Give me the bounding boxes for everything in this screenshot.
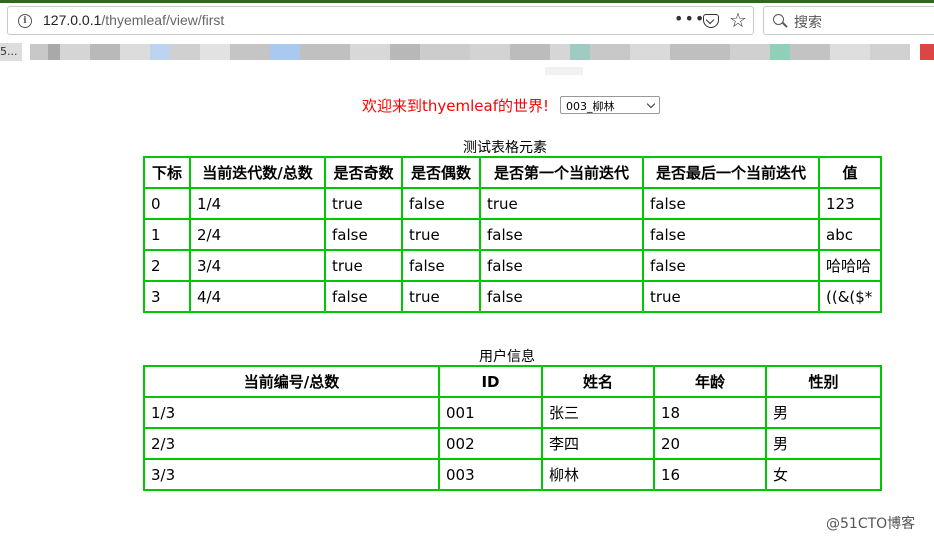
table-cell: 1/4 [189, 187, 326, 220]
window-top-border [0, 0, 934, 3]
chevron-down-icon [646, 99, 656, 109]
table-cell: false [479, 280, 644, 313]
table-cell: 3 [143, 280, 191, 313]
header-cell: 年龄 [653, 365, 767, 398]
header-cell: 姓名 [541, 365, 655, 398]
table-header-row: 当前编号/总数 ID 姓名 年龄 性别 [143, 365, 882, 398]
url-text[interactable]: 127.0.0.1/thyemleaf/view/first [43, 12, 224, 28]
table-cell: false [401, 249, 481, 282]
search-icon [773, 14, 784, 25]
table-cell: false [401, 187, 481, 220]
blurred-bookmarks [30, 44, 934, 60]
table-cell: false [324, 280, 403, 313]
table-cell: false [479, 249, 644, 282]
table-cell: 男 [765, 427, 882, 460]
table-cell: 123 [818, 187, 882, 220]
url-host: 127.0.0.1 [43, 12, 102, 28]
test-table: 下标 当前迭代数/总数 是否奇数 是否偶数 是否第一个当前迭代 是否最后一个当前… [143, 156, 882, 313]
table-cell: 3/3 [143, 458, 440, 491]
address-bar[interactable]: i 127.0.0.1/thyemleaf/view/first ••• ☆ [7, 6, 754, 35]
table-cell: 002 [438, 427, 543, 460]
table-cell: 女 [765, 458, 882, 491]
header-cell: 是否奇数 [324, 156, 403, 189]
table-cell: 1 [143, 218, 191, 251]
table-row: 0 1/4 true false true false 123 [143, 187, 882, 220]
header-cell: 当前迭代数/总数 [189, 156, 326, 189]
bookmark-star-icon[interactable]: ☆ [729, 8, 747, 32]
table-cell: 2/3 [143, 427, 440, 460]
table-cell: 20 [653, 427, 767, 460]
search-placeholder: 搜索 [794, 15, 822, 31]
table-row: 1 2/4 false true false false abc [143, 218, 882, 251]
table-cell: false [324, 218, 403, 251]
header-cell: 下标 [143, 156, 191, 189]
user-table-caption: 用户信息 [479, 349, 535, 365]
table-cell: 张三 [541, 396, 655, 429]
toolbar-divider [545, 67, 583, 75]
header-cell: 值 [818, 156, 882, 189]
table-header-row: 下标 当前迭代数/总数 是否奇数 是否偶数 是否第一个当前迭代 是否最后一个当前… [143, 156, 882, 189]
table-cell: abc [818, 218, 882, 251]
url-path: /thyemleaf/view/first [101, 12, 225, 28]
bookmark-item[interactable]: 5... [0, 43, 22, 61]
user-select[interactable]: 003_柳林 [560, 96, 660, 114]
table-cell: 4/4 [189, 280, 326, 313]
table-cell: 2 [143, 249, 191, 282]
table-row: 2 3/4 true false false false 哈哈哈 [143, 249, 882, 282]
user-table: 当前编号/总数 ID 姓名 年龄 性别 1/3 001 张三 18 男 2/3 … [143, 365, 882, 491]
table-cell: 0 [143, 187, 191, 220]
test-table-caption: 测试表格元素 [463, 140, 547, 156]
table-cell: true [324, 187, 403, 220]
table-row: 3 4/4 false true false true ((&($* [143, 280, 882, 313]
table-cell: ((&($* [818, 280, 882, 313]
table-cell: true [401, 218, 481, 251]
header-cell: ID [438, 365, 543, 398]
info-icon[interactable]: i [18, 14, 32, 28]
table-cell: true [479, 187, 644, 220]
table-cell: 柳林 [541, 458, 655, 491]
table-cell: false [479, 218, 644, 251]
header-cell: 性别 [765, 365, 882, 398]
table-cell: 18 [653, 396, 767, 429]
user-select-value: 003_柳林 [566, 100, 615, 113]
table-cell: true [642, 280, 820, 313]
table-cell: 1/3 [143, 396, 440, 429]
table-cell: false [642, 249, 820, 282]
table-cell: 16 [653, 458, 767, 491]
watermark: @51CTO博客 [826, 516, 916, 532]
table-cell: false [642, 218, 820, 251]
table-cell: true [401, 280, 481, 313]
table-cell: true [324, 249, 403, 282]
header-cell: 是否最后一个当前迭代 [642, 156, 820, 189]
bookmarks-toolbar: 5... [0, 41, 934, 63]
table-cell: 哈哈哈 [818, 249, 882, 282]
header-cell: 当前编号/总数 [143, 365, 440, 398]
table-cell: 3/4 [189, 249, 326, 282]
page-actions-more-icon[interactable]: ••• [674, 9, 705, 28]
table-cell: 003 [438, 458, 543, 491]
table-cell: 001 [438, 396, 543, 429]
search-box[interactable]: 搜索 [763, 6, 934, 35]
header-cell: 是否第一个当前迭代 [479, 156, 644, 189]
table-cell: false [642, 187, 820, 220]
pocket-icon[interactable] [703, 14, 719, 28]
welcome-text: 欢迎来到thyemleaf的世界! [362, 97, 549, 115]
table-cell: 2/4 [189, 218, 326, 251]
header-cell: 是否偶数 [401, 156, 481, 189]
table-cell: 李四 [541, 427, 655, 460]
table-row: 2/3 002 李四 20 男 [143, 427, 882, 460]
table-row: 1/3 001 张三 18 男 [143, 396, 882, 429]
table-row: 3/3 003 柳林 16 女 [143, 458, 882, 491]
table-cell: 男 [765, 396, 882, 429]
